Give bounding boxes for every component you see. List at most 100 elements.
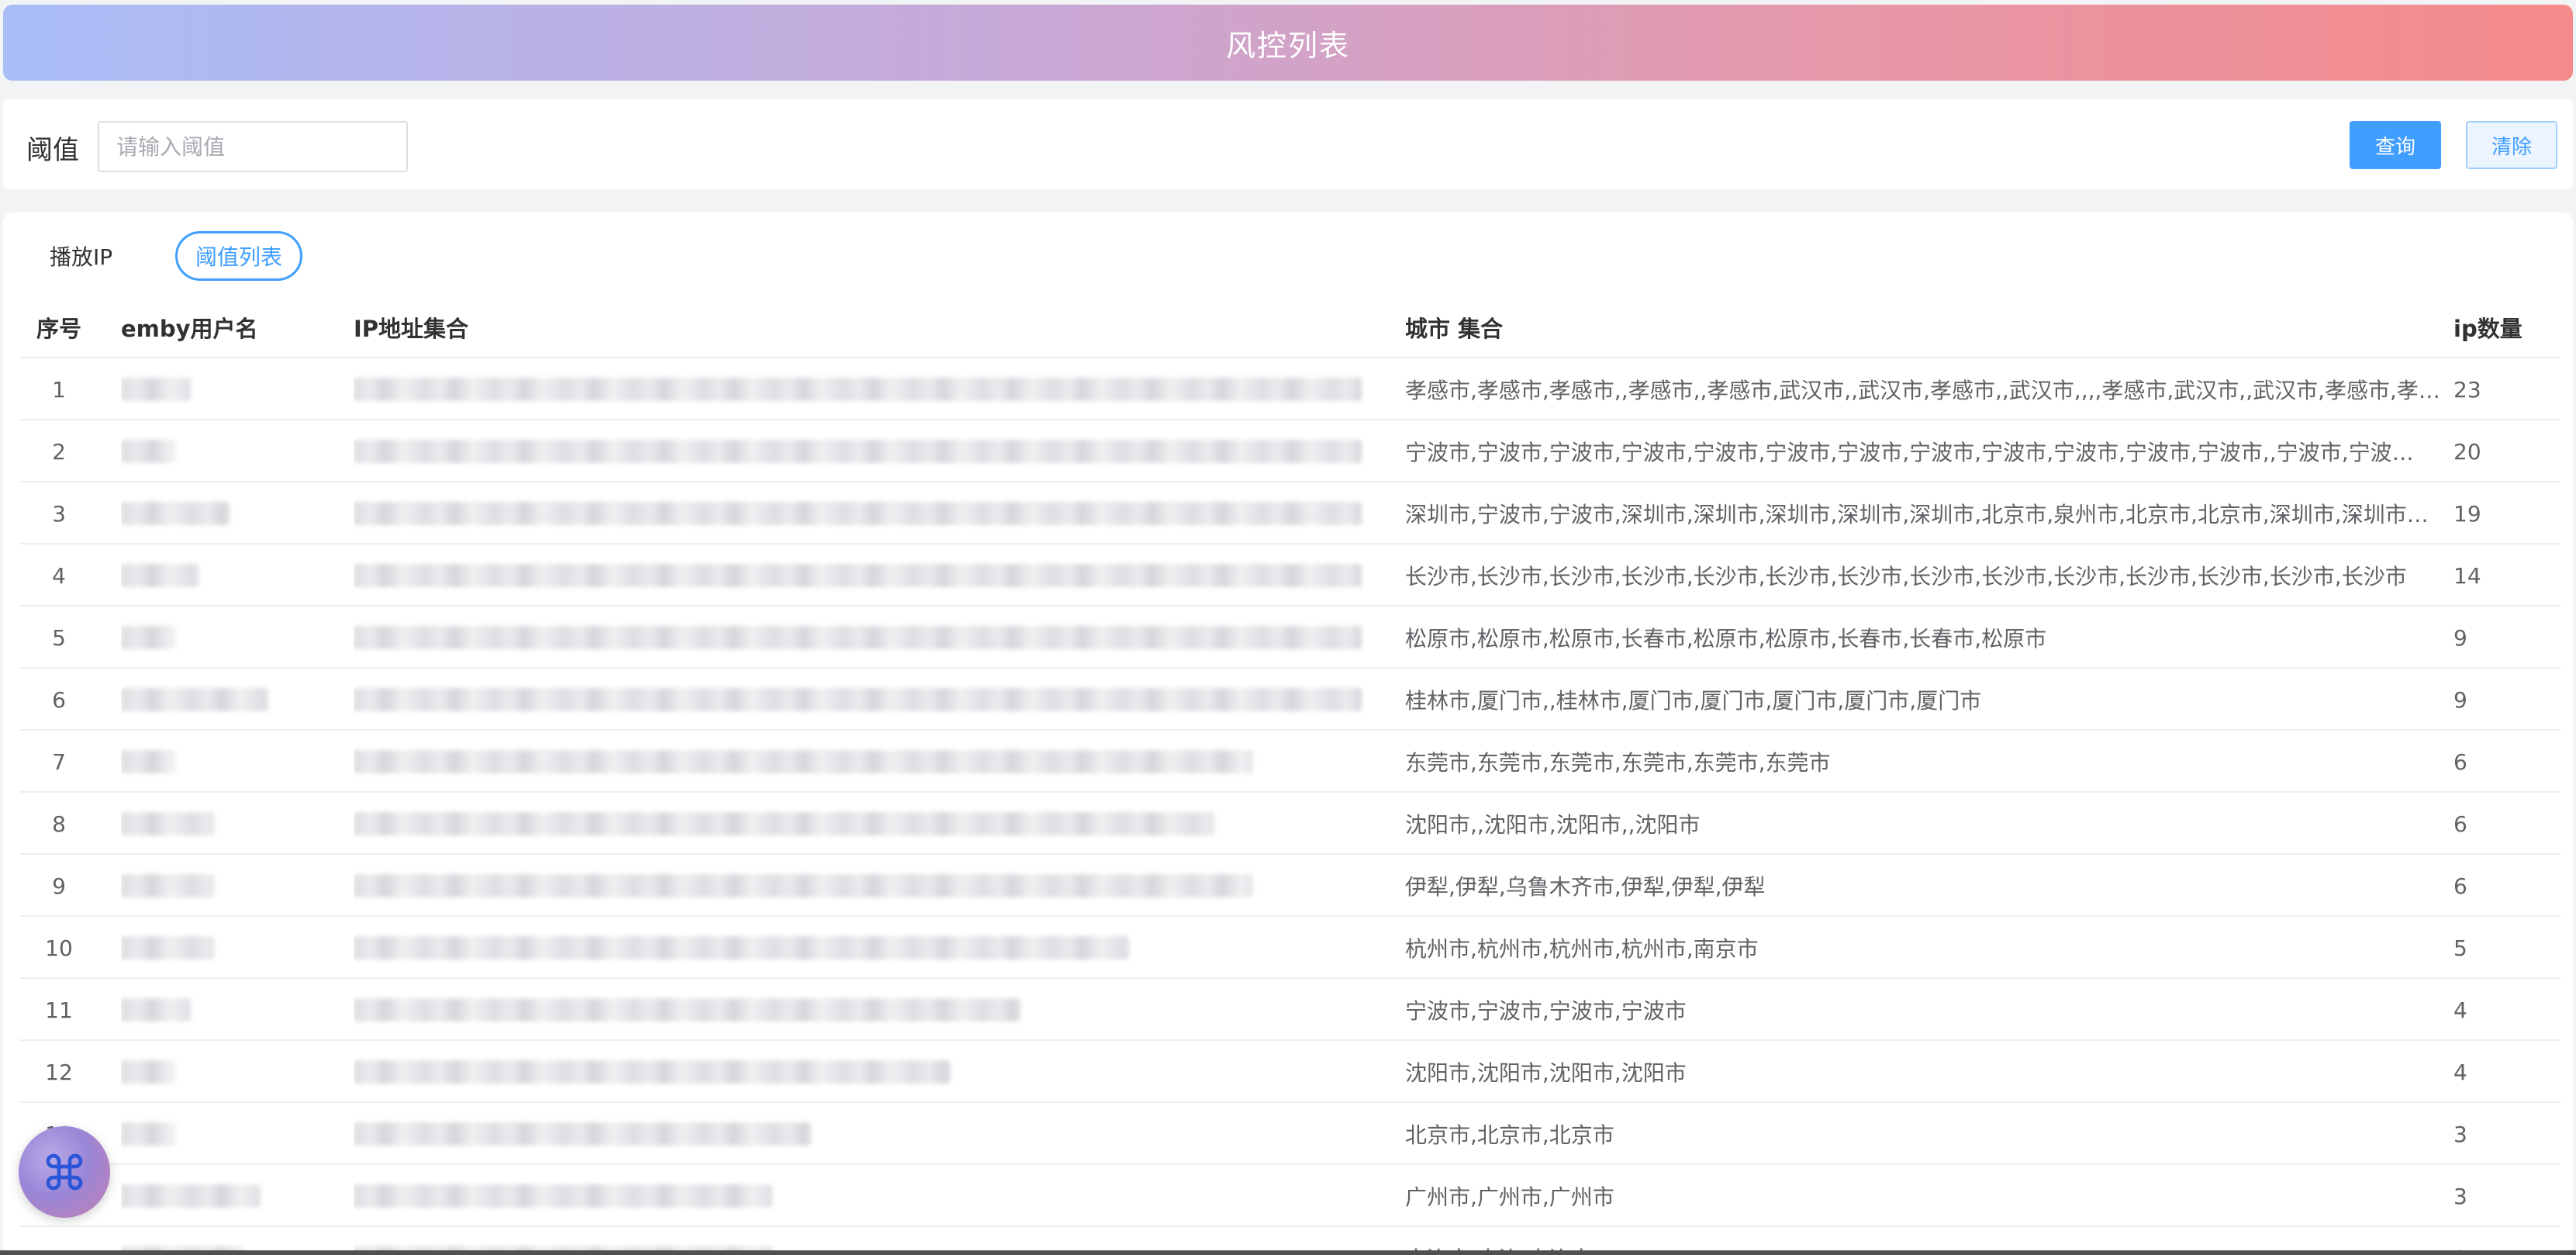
row-username-redacted xyxy=(121,545,330,607)
row-city-set: 伊犁,伊犁,乌鲁木齐市,伊犁,伊犁,伊犁 xyxy=(1405,874,1766,900)
row-ip-set-redacted xyxy=(354,482,1385,545)
table-row: 2 宁波市,宁波市,宁波市,宁波市,宁波市,宁波市,宁波市,宁波市,宁波市,宁波市… xyxy=(20,420,2560,482)
table-row: 9 伊犁,伊犁,乌鲁木齐市,伊犁,伊犁,伊犁 6 xyxy=(20,855,2560,917)
table-row: 1 孝感市,孝感市,孝感市,,孝感市,,孝感市,武汉市,,武汉市,孝感市,,武汉市… xyxy=(20,358,2560,420)
row-username-redacted xyxy=(121,731,330,793)
table-body: 1 孝感市,孝感市,孝感市,,孝感市,,孝感市,武汉市,,武汉市,孝感市,,武汉市… xyxy=(20,358,2560,1255)
row-city-set: 东莞市,东莞市,东莞市,东莞市,东莞市,东莞市 xyxy=(1405,750,1831,776)
row-ip-count: 6 xyxy=(2453,873,2467,899)
row-username-redacted xyxy=(121,420,330,482)
row-ip-count: 19 xyxy=(2453,500,2481,527)
table-row: 8 沈阳市,,沈阳市,沈阳市,,沈阳市 6 xyxy=(20,793,2560,855)
table-row: 12 沈阳市,沈阳市,沈阳市,沈阳市 4 xyxy=(20,1041,2560,1103)
header-ip-set: IP地址集合 xyxy=(354,316,469,342)
row-username-redacted xyxy=(121,917,330,979)
row-index: 3 xyxy=(52,500,66,527)
row-ip-set-redacted xyxy=(354,1041,1385,1103)
row-city-set: 松原市,松原市,松原市,长春市,松原市,松原市,长春市,长春市,松原市 xyxy=(1405,626,2047,652)
row-index: 6 xyxy=(52,686,66,713)
row-index: 1 xyxy=(52,376,66,403)
row-ip-set-redacted xyxy=(354,979,1385,1041)
threshold-table: 序号 emby用户名 IP地址集合 城市 集合 ip数量 1 孝感市,孝感市,孝感… xyxy=(20,296,2560,1255)
row-ip-count: 6 xyxy=(2453,749,2467,775)
row-ip-set-redacted xyxy=(354,731,1385,793)
row-ip-set-redacted xyxy=(354,607,1385,669)
row-index: 11 xyxy=(45,997,73,1023)
tab-threshold-list[interactable]: 阈值列表 xyxy=(175,231,302,281)
header-index: 序号 xyxy=(36,316,81,342)
page-header: 风控列表 xyxy=(3,5,2573,81)
row-index: 7 xyxy=(52,749,66,775)
row-ip-count: 4 xyxy=(2453,997,2467,1023)
row-city-set: 桂林市,厦门市,,桂林市,厦门市,厦门市,厦门市,厦门市,厦门市 xyxy=(1405,688,1982,714)
row-index: 9 xyxy=(52,873,66,899)
table-row: 7 东莞市,东莞市,东莞市,东莞市,东莞市,东莞市 6 xyxy=(20,731,2560,793)
row-city-set: 长沙市,长沙市,长沙市,长沙市,长沙市,长沙市,长沙市,长沙市,长沙市,长沙市,… xyxy=(1405,564,2407,589)
table-row: 13北京市,北京市,北京市3 xyxy=(20,1103,2560,1165)
header-ip-count: ip数量 xyxy=(2453,316,2522,342)
row-ip-set-redacted xyxy=(354,793,1385,855)
row-username-redacted xyxy=(121,1041,330,1103)
table-header: 序号 emby用户名 IP地址集合 城市 集合 ip数量 xyxy=(20,296,2560,358)
row-username-redacted xyxy=(121,1165,330,1227)
row-username-redacted xyxy=(121,358,330,420)
table-row: 4 长沙市,长沙市,长沙市,长沙市,长沙市,长沙市,长沙市,长沙市,长沙市,长沙市… xyxy=(20,545,2560,607)
row-index: 5 xyxy=(52,624,66,651)
row-ip-count: 5 xyxy=(2453,935,2467,961)
row-index: 8 xyxy=(52,811,66,837)
command-key-icon xyxy=(46,1153,83,1191)
threshold-input[interactable] xyxy=(98,121,408,172)
page-title: 风控列表 xyxy=(1225,28,1350,63)
row-username-redacted xyxy=(121,1103,330,1165)
floating-action-button[interactable] xyxy=(19,1126,110,1218)
row-ip-count: 14 xyxy=(2453,562,2481,589)
row-username-redacted xyxy=(121,482,330,545)
row-ip-set-redacted xyxy=(354,545,1385,607)
table-row: 3 深圳市,宁波市,宁波市,深圳市,深圳市,深圳市,深圳市,深圳市,北京市,泉州市… xyxy=(20,482,2560,545)
tab-play-ip[interactable]: 播放IP xyxy=(50,231,112,281)
row-index: 10 xyxy=(45,935,73,961)
row-ip-count: 9 xyxy=(2453,686,2467,713)
threshold-label: 阈值 xyxy=(26,135,79,166)
row-city-set: 杭州市,杭州市,杭州市,杭州市,南京市 xyxy=(1405,936,1759,962)
row-ip-count: 4 xyxy=(2453,1059,2467,1085)
header-city-set: 城市 集合 xyxy=(1405,316,1504,342)
row-city-set: 沈阳市,沈阳市,沈阳市,沈阳市 xyxy=(1405,1060,1687,1086)
row-username-redacted xyxy=(121,855,330,917)
window-bottom-edge xyxy=(0,1250,2576,1255)
table-row: 5 松原市,松原市,松原市,长春市,松原市,松原市,长春市,长春市,松原市 9 xyxy=(20,607,2560,669)
row-ip-count: 23 xyxy=(2453,376,2481,403)
filter-panel: 阈值 查询 清除 xyxy=(3,99,2573,189)
table-row: 14广州市,广州市,广州市3 xyxy=(20,1165,2560,1227)
table-row: 10 杭州市,杭州市,杭州市,杭州市,南京市 5 xyxy=(20,917,2560,979)
table-row: 6 桂林市,厦门市,,桂林市,厦门市,厦门市,厦门市,厦门市,厦门市 9 xyxy=(20,669,2560,731)
row-username-redacted xyxy=(121,793,330,855)
row-city-set: 广州市,广州市,广州市 xyxy=(1405,1184,1614,1210)
row-index: 12 xyxy=(45,1059,73,1085)
row-username-redacted xyxy=(121,607,330,669)
row-username-redacted xyxy=(121,669,330,731)
row-index: 4 xyxy=(52,562,66,589)
row-ip-count: 6 xyxy=(2453,811,2467,837)
row-ip-set-redacted xyxy=(354,1165,1385,1227)
row-ip-set-redacted xyxy=(354,420,1385,482)
row-city-set: 宁波市,宁波市,宁波市,宁波市 xyxy=(1405,998,1687,1024)
row-ip-set-redacted xyxy=(354,669,1385,731)
row-city-set: 北京市,北京市,北京市 xyxy=(1405,1122,1614,1148)
row-ip-count: 9 xyxy=(2453,624,2467,651)
result-panel: 播放IP 阈值列表 序号 emby用户名 IP地址集合 城市 集合 ip数量 1… xyxy=(3,213,2573,1255)
row-ip-set-redacted xyxy=(354,855,1385,917)
row-ip-count: 3 xyxy=(2453,1121,2467,1147)
row-username-redacted xyxy=(121,979,330,1041)
row-index: 2 xyxy=(52,438,66,465)
row-city-set: 宁波市,宁波市,宁波市,宁波市,宁波市,宁波市,宁波市,宁波市,宁波市,宁波市,… xyxy=(1405,440,2414,465)
row-ip-set-redacted xyxy=(354,358,1385,420)
row-ip-count: 3 xyxy=(2453,1183,2467,1209)
row-city-set: 孝感市,孝感市,孝感市,,孝感市,,孝感市,武汉市,,武汉市,孝感市,,武汉市,… xyxy=(1405,378,2440,403)
row-city-set: 沈阳市,,沈阳市,沈阳市,,沈阳市 xyxy=(1405,812,1701,838)
row-ip-set-redacted xyxy=(354,1103,1385,1165)
row-ip-set-redacted xyxy=(354,917,1385,979)
clear-button[interactable]: 清除 xyxy=(2466,121,2557,169)
query-button[interactable]: 查询 xyxy=(2350,121,2441,169)
header-username: emby用户名 xyxy=(121,316,258,342)
